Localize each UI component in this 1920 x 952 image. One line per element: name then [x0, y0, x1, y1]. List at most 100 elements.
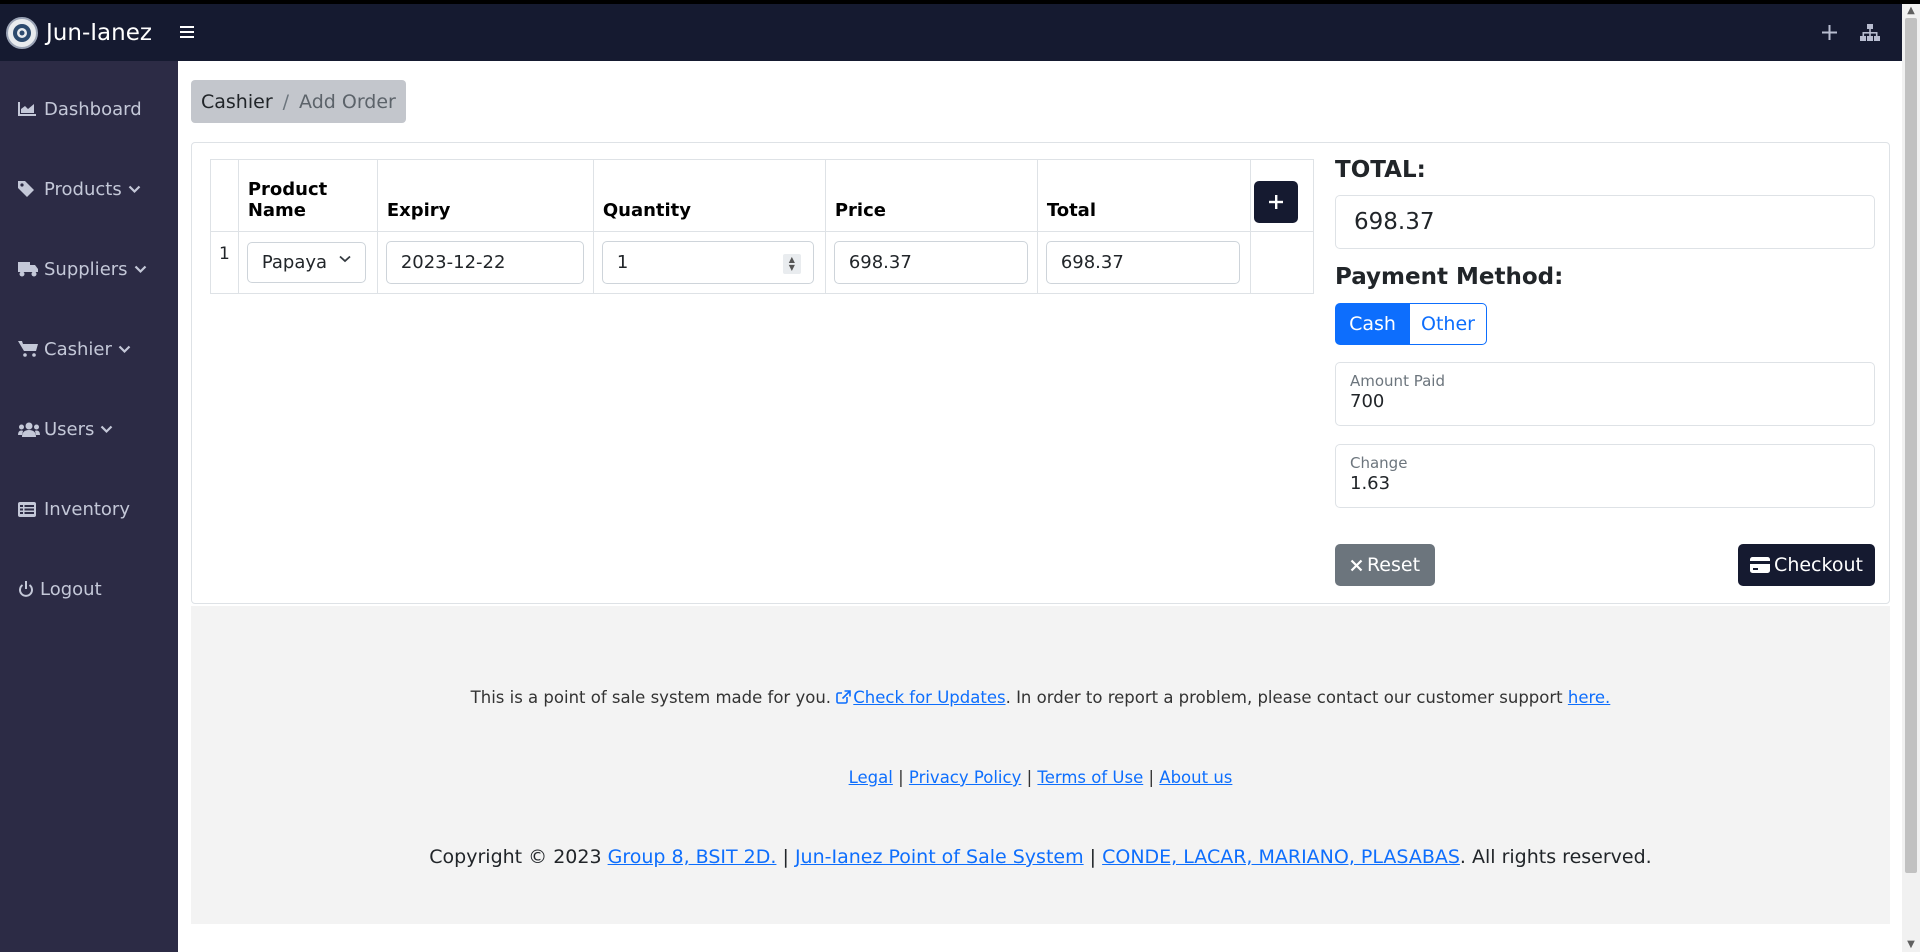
sidebar-item-users[interactable]: Users — [0, 389, 178, 469]
total-label: TOTAL: — [1335, 157, 1426, 183]
chevron-down-icon — [134, 265, 147, 274]
top-navbar: Jun-Ianez — [0, 4, 1902, 61]
sitemap-icon[interactable] — [1860, 23, 1880, 42]
sidebar-item-label: Dashboard — [44, 98, 142, 120]
product-select[interactable]: Papaya — [246, 242, 366, 283]
tags-icon — [18, 181, 40, 197]
check-updates-label: Check for Updates — [853, 688, 1006, 707]
spinner-arrows-icon[interactable]: ▲ ▼ — [782, 254, 801, 274]
sidebar-item-products[interactable]: Products — [0, 149, 178, 229]
footer-info-text: This is a point of sale system made for … — [470, 688, 832, 707]
cell-actions — [1249, 231, 1314, 294]
check-updates-link[interactable]: Check for Updates — [836, 688, 1006, 707]
cell-expiry: 2023-12-22 — [376, 231, 594, 294]
sidebar-item-label: Inventory — [44, 498, 130, 520]
table-header-row: Product Name Expiry Quantity Price Total — [210, 159, 1314, 232]
footer-info-line: This is a point of sale system made for … — [191, 688, 1890, 707]
chevron-down-icon — [128, 185, 141, 194]
grand-total-field: 698.37 — [1335, 195, 1875, 249]
sidebar-item-cashier[interactable]: Cashier — [0, 309, 178, 389]
table-row: 1 Papaya 2023-12-22 1 ▲ ▼ 698.37 698.37 — [210, 231, 1314, 294]
cell-quantity: 1 ▲ ▼ — [592, 231, 826, 294]
sidebar-item-dashboard[interactable]: Dashboard — [0, 69, 178, 149]
breadcrumb-cashier[interactable]: Cashier — [201, 91, 273, 113]
sidebar-item-inventory[interactable]: Inventory — [0, 469, 178, 549]
header-total: Total — [1036, 159, 1251, 232]
cart-icon — [18, 341, 40, 357]
link-separator: | — [1148, 768, 1155, 787]
quantity-stepper[interactable]: 1 ▲ ▼ — [601, 241, 814, 284]
amount-paid-field[interactable]: Amount Paid 700 — [1335, 362, 1875, 426]
about-us-link[interactable]: About us — [1159, 768, 1232, 787]
chevron-down-icon — [118, 345, 131, 354]
link-separator: | — [1089, 846, 1097, 868]
legal-link[interactable]: Legal — [849, 768, 893, 787]
checkout-button[interactable]: Checkout — [1738, 544, 1875, 586]
payment-cash-button[interactable]: Cash — [1335, 303, 1410, 345]
footer-copyright: Copyright © 2023 Group 8, BSIT 2D. | Jun… — [191, 846, 1890, 868]
plus-icon[interactable] — [1821, 24, 1838, 41]
quantity-value: 1 — [616, 252, 629, 273]
expiry-input[interactable]: 2023-12-22 — [385, 241, 584, 284]
change-label: Change — [1350, 454, 1408, 472]
order-table: Product Name Expiry Quantity Price Total… — [210, 159, 1314, 294]
users-icon — [18, 422, 40, 437]
sidebar-item-label: Users — [44, 418, 95, 440]
cell-total: 698.37 — [1036, 231, 1251, 294]
row-index: 1 — [210, 231, 239, 294]
reset-label: Reset — [1366, 554, 1421, 576]
row-total-input[interactable]: 698.37 — [1045, 241, 1240, 284]
chart-area-icon — [18, 102, 40, 116]
header-product-name: Product Name — [237, 159, 378, 232]
link-separator: | — [1026, 768, 1033, 787]
sidebar-item-logout[interactable]: Logout — [0, 549, 178, 629]
checkout-label: Checkout — [1774, 554, 1863, 576]
system-link[interactable]: Jun-Ianez Point of Sale System — [795, 846, 1084, 868]
sidebar-toggle-button[interactable] — [179, 22, 194, 43]
header-expiry: Expiry — [376, 159, 594, 232]
footer-legal-links: Legal | Privacy Policy | Terms of Use | … — [191, 768, 1890, 787]
link-separator: | — [782, 846, 789, 868]
chevron-down-icon — [100, 425, 113, 434]
change-field[interactable]: Change 1.63 — [1335, 444, 1875, 508]
payment-other-button[interactable]: Other — [1410, 303, 1487, 345]
brand[interactable]: Jun-Ianez — [6, 16, 152, 49]
breadcrumb-current: Add Order — [299, 90, 396, 113]
page-scrollbar[interactable]: ▲ ▼ — [1902, 4, 1920, 952]
copyright-suffix: . All rights reserved. — [1459, 846, 1652, 868]
credit-card-icon — [1750, 557, 1771, 573]
amount-paid-label: Amount Paid — [1350, 372, 1445, 390]
footer-support-text: . In order to report a problem, please c… — [1005, 688, 1563, 707]
reset-button[interactable]: Reset — [1335, 544, 1435, 586]
scrollbar-thumb[interactable] — [1905, 18, 1917, 873]
breadcrumb-separator: / — [282, 90, 290, 113]
sidebar-item-label: Suppliers — [44, 258, 128, 280]
list-icon — [18, 501, 40, 517]
add-row-button[interactable] — [1254, 181, 1298, 223]
sidebar-item-label: Logout — [40, 578, 102, 600]
header-index — [210, 159, 239, 232]
cell-price: 698.37 — [824, 231, 1038, 294]
terms-of-use-link[interactable]: Terms of Use — [1037, 768, 1143, 787]
copyright-prefix: Copyright © 2023 — [429, 846, 602, 868]
header-price: Price — [824, 159, 1038, 232]
group-link[interactable]: Group 8, BSIT 2D. — [608, 846, 777, 868]
scroll-up-icon[interactable]: ▲ — [1902, 4, 1920, 18]
close-icon — [1350, 559, 1363, 572]
authors-link[interactable]: CONDE, LACAR, MARIANO, PLASABAS — [1102, 846, 1460, 868]
sidebar: Dashboard Products Suppliers Cashier Use… — [0, 61, 178, 952]
scroll-down-icon[interactable]: ▼ — [1902, 938, 1920, 952]
plus-icon — [1269, 195, 1283, 209]
order-card: Product Name Expiry Quantity Price Total… — [191, 142, 1890, 604]
price-input[interactable]: 698.37 — [833, 241, 1028, 284]
brand-logo-icon — [6, 16, 38, 49]
brand-name: Jun-Ianez — [46, 19, 152, 46]
sidebar-item-suppliers[interactable]: Suppliers — [0, 229, 178, 309]
hamburger-icon — [179, 26, 194, 38]
support-here-link[interactable]: here. — [1568, 688, 1610, 707]
chevron-down-icon — [339, 255, 351, 263]
privacy-policy-link[interactable]: Privacy Policy — [909, 768, 1021, 787]
external-link-icon — [836, 690, 852, 705]
sidebar-item-label: Products — [44, 178, 122, 200]
product-select-value: Papaya — [261, 252, 326, 273]
